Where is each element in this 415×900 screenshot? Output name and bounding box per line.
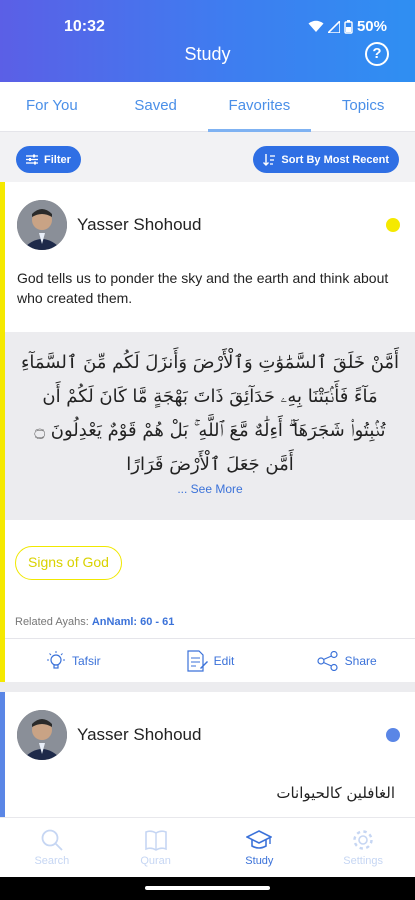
tab-favorites[interactable]: Favorites bbox=[207, 82, 312, 132]
card-actions: Tafsir Edit Share bbox=[5, 638, 415, 682]
study-note-card[interactable]: Yasser Shohoud الغافلين كالحيوانات bbox=[0, 692, 415, 817]
nav-settings-label: Settings bbox=[343, 855, 383, 867]
home-indicator[interactable] bbox=[145, 886, 270, 890]
related-ayah-link[interactable]: AnNaml: 60 - 61 bbox=[92, 616, 175, 628]
nav-settings[interactable]: Settings bbox=[311, 818, 415, 877]
study-note-card[interactable]: Yasser Shohoud God tells us to ponder th… bbox=[0, 182, 415, 682]
tafsir-label: Tafsir bbox=[72, 653, 101, 668]
share-label: Share bbox=[344, 653, 377, 668]
battery-level: 50% bbox=[356, 18, 387, 35]
book-icon bbox=[144, 830, 167, 851]
ayah-text-box: أَمَّنْ خَلَقَ ٱلسَّمَٰوَٰتِ وَٱلْأَرْضَ… bbox=[5, 332, 415, 520]
sort-label: Sort By Most Recent bbox=[281, 153, 389, 166]
app-header: 10:32 50% Study ? bbox=[0, 0, 415, 82]
note-color-dot bbox=[386, 728, 400, 742]
author-name: Yasser Shohoud bbox=[77, 215, 202, 234]
graduation-cap-icon bbox=[246, 830, 273, 849]
author-name: Yasser Shohoud bbox=[77, 725, 202, 744]
nav-search[interactable]: Search bbox=[0, 818, 104, 877]
note-arabic-text: الغافلين كالحيوانات bbox=[276, 784, 395, 802]
page-title: Study bbox=[184, 44, 231, 64]
person-icon bbox=[17, 710, 67, 760]
gear-icon bbox=[353, 830, 373, 850]
lightbulb-icon bbox=[47, 650, 65, 669]
system-navigation-bar bbox=[0, 877, 415, 900]
search-icon bbox=[41, 829, 63, 851]
filter-row: Filter Sort By Most Recent bbox=[0, 132, 415, 182]
nav-search-label: Search bbox=[34, 855, 70, 867]
sliders-icon bbox=[26, 154, 38, 165]
battery-icon bbox=[344, 19, 353, 34]
related-label: Related Ayahs: bbox=[15, 616, 89, 628]
ayah-line: مَآءً فَأَنۢبَتْنَا بِهِۦ حَدَآئِقَ ذَات… bbox=[42, 386, 378, 407]
ayah-line: تُنۢبِتُوا۟ شَجَرَهَآ ۗ أَءِلَٰهٌ مَّعَ … bbox=[34, 420, 386, 441]
avatar bbox=[17, 200, 67, 250]
sort-button[interactable]: Sort By Most Recent bbox=[253, 146, 399, 173]
person-icon bbox=[17, 200, 67, 250]
share-button[interactable]: Share bbox=[278, 639, 415, 682]
nav-quran[interactable]: Quran bbox=[104, 818, 208, 877]
related-ayahs: Related Ayahs: AnNaml: 60 - 61 bbox=[15, 616, 174, 628]
share-icon bbox=[317, 650, 338, 671]
wifi-icon bbox=[308, 20, 324, 32]
edit-document-icon bbox=[187, 649, 208, 672]
note-description: God tells us to ponder the sky and the e… bbox=[17, 270, 389, 306]
ayah-line: أَمَّن جَعَلَ ٱلْأَرْضَ قَرَارًا bbox=[126, 454, 294, 475]
filter-button[interactable]: Filter bbox=[16, 146, 81, 173]
nav-study-label: Study bbox=[245, 855, 274, 867]
edit-button[interactable]: Edit bbox=[142, 639, 279, 682]
nav-quran-label: Quran bbox=[140, 855, 171, 867]
filter-label: Filter bbox=[44, 153, 71, 166]
avatar bbox=[17, 710, 67, 760]
topic-tag[interactable]: Signs of God bbox=[15, 546, 122, 580]
see-more-link[interactable]: ... See More bbox=[5, 482, 415, 496]
tab-topics[interactable]: Topics bbox=[311, 82, 415, 131]
bottom-navigation: Search Quran Study Settings bbox=[0, 817, 415, 877]
tab-bar: For You Saved Favorites Topics bbox=[0, 82, 415, 132]
sort-icon bbox=[263, 153, 276, 166]
ayah-line: أَمَّنْ خَلَقَ ٱلسَّمَٰوَٰتِ وَٱلْأَرْضَ… bbox=[20, 352, 400, 373]
edit-label: Edit bbox=[213, 653, 235, 668]
tafsir-button[interactable]: Tafsir bbox=[5, 639, 142, 682]
status-time: 10:32 bbox=[64, 18, 105, 35]
note-color-dot bbox=[386, 218, 400, 232]
signal-icon bbox=[327, 20, 340, 33]
tab-saved[interactable]: Saved bbox=[104, 82, 208, 131]
nav-study[interactable]: Study bbox=[208, 818, 312, 877]
status-icons: 50% bbox=[308, 18, 387, 35]
tab-for-you[interactable]: For You bbox=[0, 82, 104, 131]
ayah-text: أَمَّنْ خَلَقَ ٱلسَّمَٰوَٰتِ وَٱلْأَرْضَ… bbox=[5, 332, 415, 482]
help-button[interactable]: ? bbox=[365, 42, 389, 66]
